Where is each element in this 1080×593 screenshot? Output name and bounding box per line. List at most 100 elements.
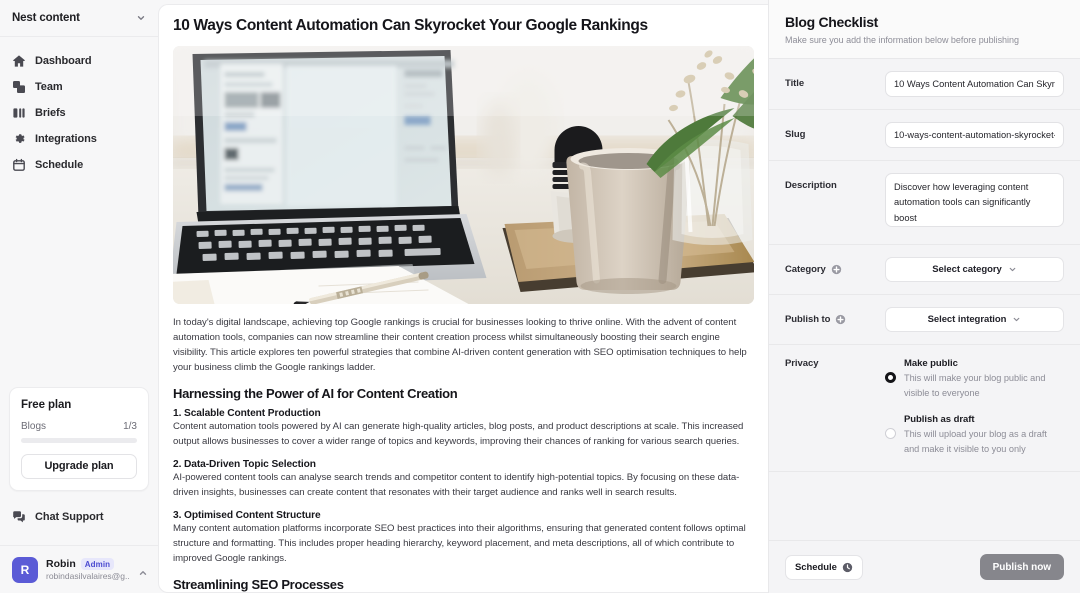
radio-col [885, 358, 897, 400]
section-body: AI-powered content tools can analyse sea… [173, 472, 740, 499]
radio-button[interactable] [885, 428, 896, 440]
calendar-icon [12, 158, 26, 172]
laptop-coffee-desk-photo [173, 46, 754, 304]
select-integration-dropdown[interactable]: Select integration [885, 307, 1064, 332]
avatar: R [12, 556, 38, 583]
schedule-button[interactable]: Schedule [785, 554, 863, 580]
title-input[interactable] [885, 71, 1064, 97]
field-category-label: Category [785, 257, 885, 275]
plan-card: Free plan Blogs 1/3 Upgrade plan [9, 387, 149, 491]
numbered-section: 2. Data-Driven Topic Selection AI-powere… [173, 459, 754, 501]
section-subheading: 2. Data-Driven Topic Selection [173, 459, 316, 471]
workspace-name: Nest content [12, 12, 80, 24]
field-publish-to-text: Publish to [785, 314, 831, 325]
section-subheading: 3. Optimised Content Structure [173, 509, 321, 521]
select-category-label: Select category [932, 264, 1002, 275]
privacy-option-title: Publish as draft [904, 414, 975, 426]
intro-paragraph: In today's digital landscape, achieving … [173, 317, 747, 373]
field-publish-to-label: Publish to [785, 307, 885, 325]
select-category-dropdown[interactable]: Select category [885, 257, 1064, 282]
schedule-label: Schedule [795, 561, 837, 573]
privacy-option-text: Make public This will make your blog pub… [904, 358, 1064, 400]
sidebar-item-team[interactable]: Team [0, 75, 158, 99]
section-heading: Harnessing the Power of AI for Content C… [173, 386, 458, 402]
plus-circle-icon[interactable] [835, 314, 846, 325]
columns-icon [12, 106, 26, 120]
field-description-label: Description [785, 180, 837, 191]
copy-icon [12, 80, 26, 94]
field-privacy-label: Privacy [785, 358, 819, 369]
chevron-up-icon[interactable] [138, 565, 148, 575]
status-badge: Admin [80, 558, 115, 570]
chevron-down-icon [136, 13, 146, 23]
chevron-down-icon [1012, 315, 1021, 324]
publish-now-button[interactable]: Publish now [979, 554, 1064, 580]
user-meta: Robin Admin robindasilvalaires@g... [46, 558, 130, 581]
section-body: Many content automation platforms incorp… [173, 522, 746, 564]
sidebar-item-briefs[interactable]: Briefs [0, 101, 158, 125]
section-heading: Streamlining SEO Processes [173, 577, 344, 592]
radio-button-selected[interactable] [885, 372, 896, 383]
plan-progress-bar [21, 438, 137, 443]
blog-checklist-panel: Blog Checklist Make sure you add the inf… [768, 0, 1080, 593]
home-icon [12, 54, 26, 68]
chat-support-button[interactable]: Chat Support [0, 505, 158, 529]
user-email: robindasilvalaires@g... [46, 571, 130, 581]
sidebar-item-label: Team [35, 81, 63, 93]
numbered-section: 1. Scalable Content Production Content a… [173, 408, 754, 450]
field-slug-control [885, 122, 1064, 148]
field-category-control: Select category [885, 257, 1064, 282]
checklist-title: Blog Checklist [785, 14, 879, 30]
field-privacy: Privacy Make public This will make your … [769, 345, 1080, 472]
privacy-option-public[interactable]: Make public This will make your blog pub… [885, 358, 1064, 400]
sidebar-item-label: Briefs [35, 107, 66, 119]
slug-input[interactable] [885, 122, 1064, 148]
plan-usage-label: Blogs [21, 421, 47, 432]
user-name: Robin [46, 558, 76, 570]
user-account-row[interactable]: R Robin Admin robindasilvalaires@g... [0, 545, 158, 593]
gear-icon [12, 132, 26, 146]
privacy-option-desc: This will make your blog public and visi… [904, 373, 1046, 398]
field-description: Description Discover how leveraging cont… [769, 161, 1080, 245]
workspace-switcher[interactable]: Nest content [0, 0, 158, 37]
user-name-line: Robin Admin [46, 558, 130, 570]
field-title-label: Title [785, 78, 805, 89]
field-slug-label: Slug [785, 129, 806, 140]
checklist-fields: Title Slug Description Discover how leve… [769, 59, 1080, 540]
editor-panel: 10 Ways Content Automation Can Skyrocket… [158, 4, 768, 593]
radio-col [885, 414, 897, 456]
field-title: Title [769, 59, 1080, 110]
section-body: Content automation tools powered by AI c… [173, 421, 744, 448]
sidebar-item-label: Schedule [35, 159, 84, 171]
description-textarea[interactable]: Discover how leveraging content automati… [885, 173, 1064, 227]
field-category-text: Category [785, 264, 826, 275]
privacy-option-title: Make public [904, 358, 958, 369]
checklist-subtitle: Make sure you add the information below … [785, 35, 1019, 45]
sidebar-item-label: Dashboard [35, 55, 92, 67]
field-title-control [885, 71, 1064, 97]
plus-circle-icon[interactable] [831, 264, 842, 275]
privacy-option-desc: This will upload your blog as a draft an… [904, 429, 1047, 455]
checklist-footer: Schedule Publish now [769, 540, 1080, 593]
section-subheading: 1. Scalable Content Production [173, 408, 321, 420]
field-publish-to-control: Select integration [885, 307, 1064, 332]
sidebar-nav: Dashboard Team Briefs Integrations Sched… [0, 37, 158, 177]
select-integration-label: Select integration [927, 314, 1007, 325]
privacy-option-draft[interactable]: Publish as draft This will upload your b… [885, 414, 1064, 456]
upgrade-plan-button[interactable]: Upgrade plan [21, 454, 137, 479]
document-body[interactable]: 10 Ways Content Automation Can Skyrocket… [159, 5, 768, 592]
plan-title: Free plan [21, 399, 72, 411]
page-title: 10 Ways Content Automation Can Skyrocket… [173, 17, 648, 34]
plan-usage-count: 1/3 [123, 421, 137, 432]
sidebar-item-dashboard[interactable]: Dashboard [0, 49, 158, 73]
chat-support-label: Chat Support [35, 511, 104, 523]
sidebar-item-schedule[interactable]: Schedule [0, 153, 158, 177]
clock-icon [842, 562, 853, 573]
checklist-header: Blog Checklist Make sure you add the inf… [769, 0, 1080, 59]
sidebar-item-integrations[interactable]: Integrations [0, 127, 158, 151]
numbered-section: 3. Optimised Content Structure Many cont… [173, 510, 754, 567]
privacy-option-text: Publish as draft This will upload your b… [904, 414, 1064, 456]
field-category: Category Select category [769, 245, 1080, 295]
sidebar-item-label: Integrations [35, 133, 97, 145]
